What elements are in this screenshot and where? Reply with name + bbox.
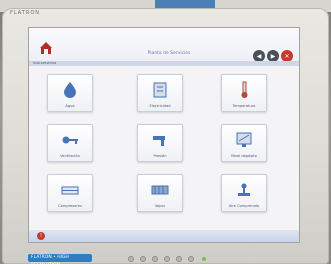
tile-label: Nivel depósito bbox=[231, 154, 257, 158]
tile-pressure[interactable]: Presión bbox=[137, 124, 183, 162]
alert-icon[interactable]: ! bbox=[37, 232, 45, 240]
tile-label: Temperatura bbox=[232, 104, 256, 108]
tile-compressed-air[interactable]: Aire Comprimido bbox=[221, 174, 267, 212]
water-drop-icon bbox=[64, 82, 76, 98]
panel-icon bbox=[153, 82, 167, 98]
monitor-button-1[interactable] bbox=[128, 256, 134, 262]
faucet-icon bbox=[153, 136, 165, 146]
tile-label: Aire Comprimido bbox=[228, 204, 260, 208]
monitor-icon bbox=[236, 132, 252, 147]
monitor-button-4[interactable] bbox=[164, 256, 170, 262]
page-title: Planta de Servicios bbox=[147, 51, 191, 56]
monitor-bezel: FLATRON Planta de Servicios ◀ ▶ ✕ Sub-se… bbox=[2, 8, 329, 264]
valve-icon bbox=[238, 183, 250, 196]
tile-label: Electricidad bbox=[149, 104, 171, 108]
tile-label: Agua bbox=[65, 104, 75, 108]
tile-label: Vapor bbox=[154, 204, 166, 208]
footer-bar: ! bbox=[29, 230, 299, 242]
tile-label: Presión bbox=[153, 154, 167, 158]
power-button[interactable] bbox=[188, 256, 194, 262]
header-bar: Planta de Servicios ◀ ▶ ✕ bbox=[29, 28, 299, 62]
tile-ventilation[interactable]: Ventilación bbox=[47, 124, 93, 162]
monitor-button-2[interactable] bbox=[140, 256, 146, 262]
monitor-button-5[interactable] bbox=[176, 256, 182, 262]
bezel-bottom: FLATRON • HIGH RESOLUTION bbox=[2, 250, 329, 264]
tile-steam[interactable]: Vapor bbox=[137, 174, 183, 212]
key-icon bbox=[62, 136, 78, 144]
home-icon[interactable] bbox=[39, 41, 53, 55]
rack-icon bbox=[61, 186, 79, 195]
tile-label: Compresores bbox=[58, 204, 82, 208]
tile-tank-level[interactable]: Nivel depósito bbox=[221, 124, 267, 162]
model-badge: FLATRON • HIGH RESOLUTION bbox=[28, 254, 92, 264]
subbar-label: Sub-servicios bbox=[33, 61, 57, 65]
tile-compressors[interactable]: Compresores bbox=[47, 174, 93, 212]
power-led bbox=[202, 257, 206, 261]
tile-label: Ventilación bbox=[60, 154, 80, 158]
thermometer-icon bbox=[241, 81, 248, 98]
monitor-button-3[interactable] bbox=[152, 256, 158, 262]
boiler-icon bbox=[151, 185, 169, 195]
screen: Planta de Servicios ◀ ▶ ✕ Sub-servicios … bbox=[28, 27, 300, 243]
tile-electricity[interactable]: Electricidad bbox=[137, 74, 183, 112]
sub-bar: Sub-servicios bbox=[29, 61, 299, 66]
monitor-brand: FLATRON bbox=[10, 10, 41, 16]
tile-water[interactable]: Agua bbox=[47, 74, 93, 112]
tile-temperature[interactable]: Temperatura bbox=[221, 74, 267, 112]
